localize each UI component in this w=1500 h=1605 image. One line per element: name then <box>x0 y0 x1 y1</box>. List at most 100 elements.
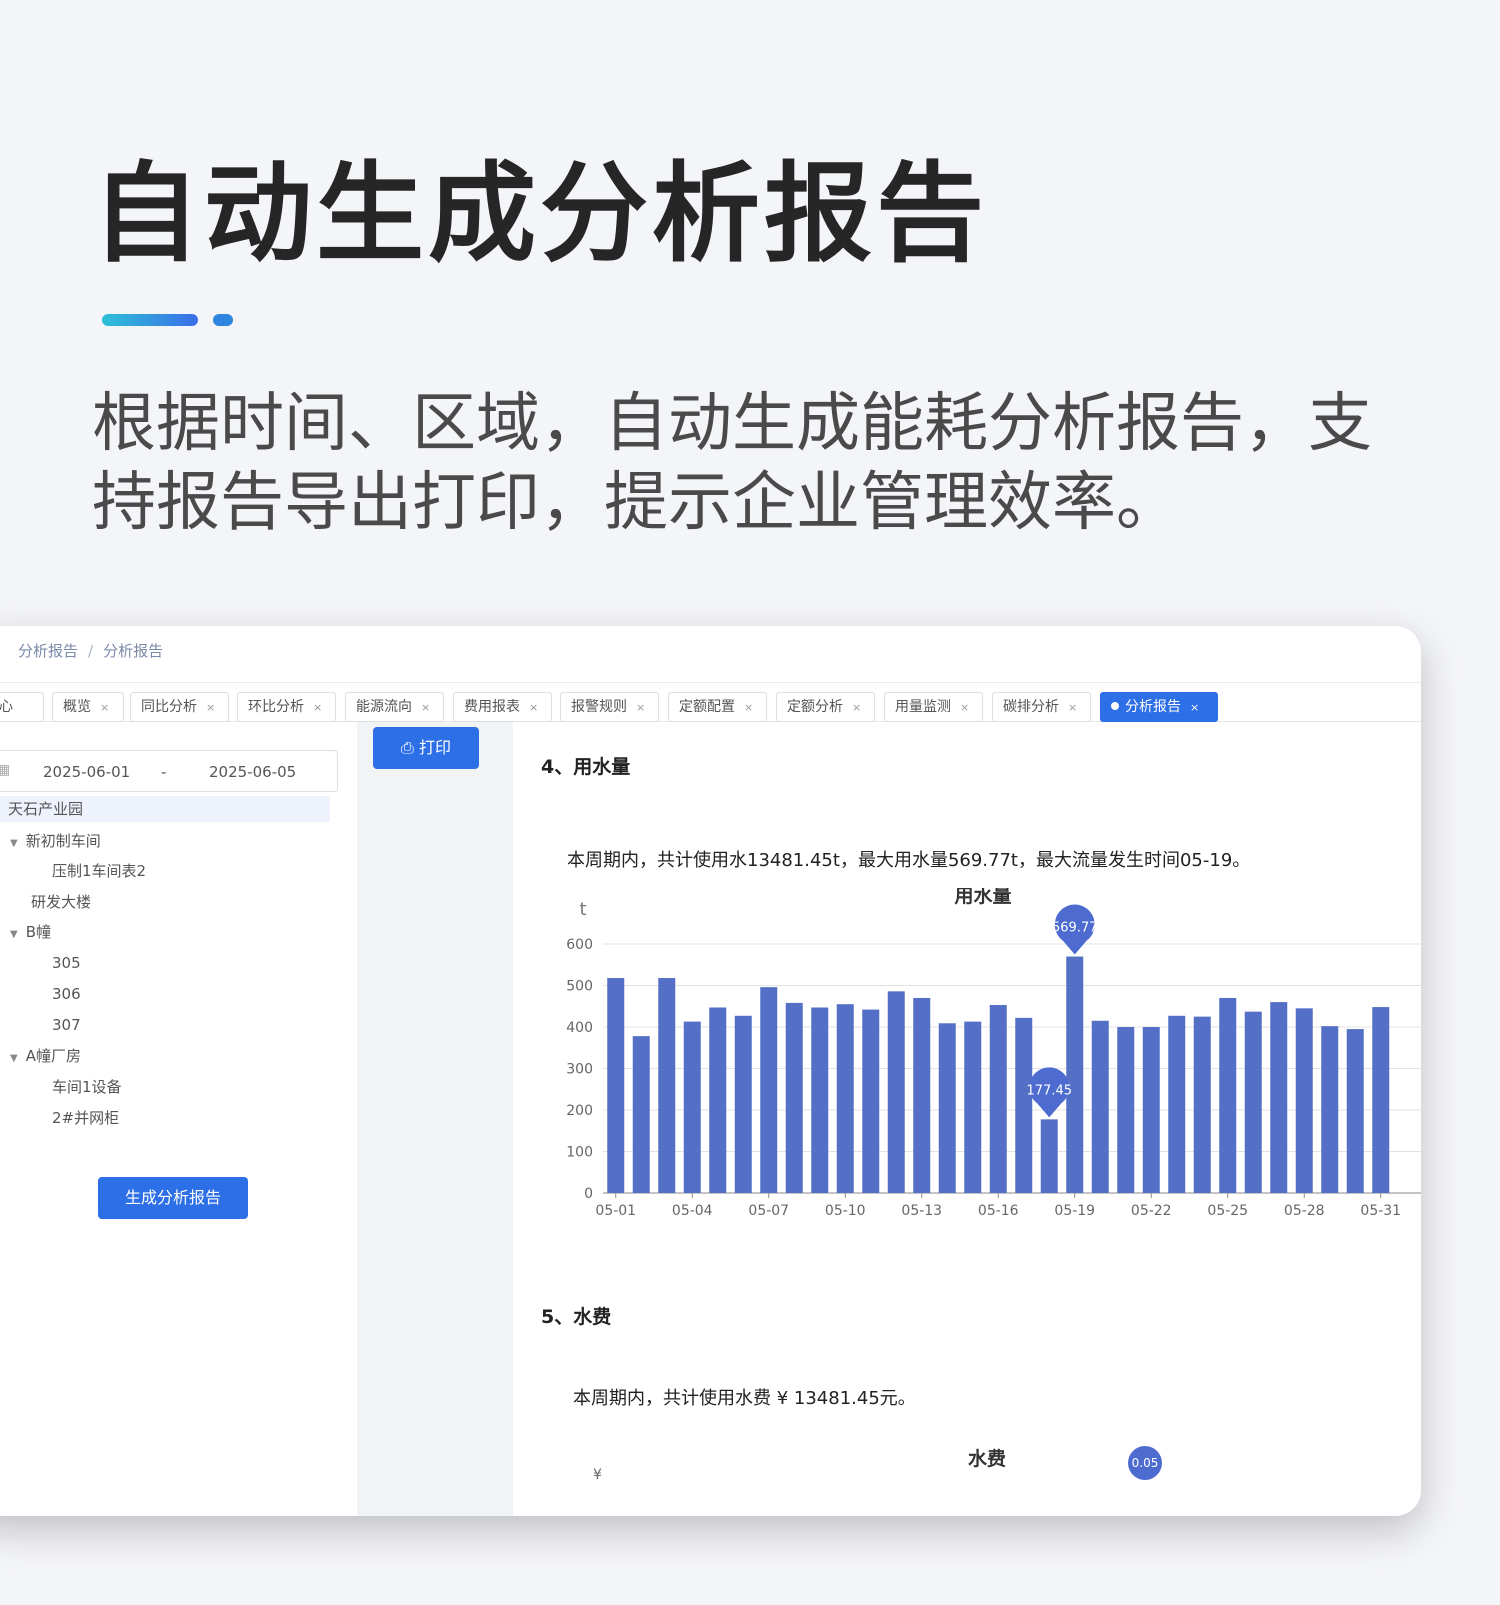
date-separator: - <box>161 763 167 781</box>
close-icon[interactable]: × <box>421 701 430 714</box>
x-tick-label: 05-19 <box>1054 1203 1095 1219</box>
close-icon[interactable]: × <box>313 701 322 714</box>
tree-node-label: B幢 <box>25 923 51 941</box>
bar <box>989 1005 1007 1193</box>
tab-overview[interactable]: 概览 × <box>52 692 124 722</box>
tree-node-label: 压制1车间表2 <box>52 862 147 880</box>
tree-node-tianshi[interactable]: 天石产业园 <box>0 796 330 822</box>
date-range-picker[interactable]: ▦ 2025-06-01 - 2025-06-05 <box>0 750 338 792</box>
x-tick-label: 05-01 <box>595 1203 636 1219</box>
caret-down-icon[interactable]: ▼ <box>10 831 18 857</box>
tab-usage-monitor[interactable]: 用量监测 × <box>884 692 983 722</box>
printer-icon: ⎙ <box>401 738 414 757</box>
bar <box>1091 1020 1109 1193</box>
tree-node-306[interactable]: 306 <box>52 981 81 1007</box>
calendar-icon: ▦ <box>0 762 11 778</box>
tab-label: 环比分析 <box>248 699 304 715</box>
tab-user-center[interactable]: 人中心 <box>0 692 44 722</box>
tree-node-building-b[interactable]: ▼ B幢 <box>10 919 51 948</box>
bar <box>658 978 676 1193</box>
start-date[interactable]: 2025-06-01 <box>43 763 130 781</box>
marker-label: 569.77 <box>1052 921 1098 936</box>
y-tick-label: 400 <box>566 1020 593 1036</box>
tab-alarm-rules[interactable]: 报警规则 × <box>560 692 659 722</box>
hero-description: 根据时间、区域，自动生成能耗分析报告，支持报告导出打印，提示企业管理效率。 <box>92 387 1372 540</box>
water-cost-axis-unit: ¥ <box>593 1467 602 1483</box>
tab-quota-config[interactable]: 定额配置 × <box>668 692 767 722</box>
y-tick-label: 0 <box>584 1186 593 1202</box>
tree-node-label: 2#并网柜 <box>52 1109 120 1127</box>
tabs-bar: 人中心 概览 × 同比分析 × 环比分析 × 能源流向 × 费用报表 × 报警规则 × 定额… <box>0 682 1421 722</box>
tab-label: 能源流向 <box>356 699 412 715</box>
tab-label: 概览 <box>63 699 91 715</box>
tab-energy-flow[interactable]: 能源流向 × <box>345 692 444 722</box>
tree-node-label: 车间1设备 <box>52 1078 122 1096</box>
generate-report-button[interactable]: 生成分析报告 <box>98 1177 248 1219</box>
tree-node-label: 新初制车间 <box>25 832 101 850</box>
tab-yoy-analysis[interactable]: 同比分析 × <box>130 692 229 722</box>
bar <box>1244 1011 1262 1193</box>
bar <box>1321 1026 1339 1193</box>
tree-node-307[interactable]: 307 <box>52 1012 81 1038</box>
bar <box>887 991 905 1193</box>
close-icon[interactable]: × <box>636 701 645 714</box>
bar <box>607 978 625 1193</box>
close-icon[interactable]: × <box>100 701 109 714</box>
bar <box>1346 1029 1364 1193</box>
y-tick-label: 100 <box>566 1145 593 1161</box>
bar <box>913 997 931 1193</box>
accent-line <box>102 314 198 326</box>
bar <box>709 1007 727 1193</box>
tree-node-label: 天石产业园 <box>8 800 84 818</box>
bar <box>1295 1008 1313 1193</box>
close-icon[interactable]: × <box>529 701 538 714</box>
breadcrumb-item[interactable]: 分析报告 <box>103 642 163 660</box>
tree-node-meter[interactable]: 压制1车间表2 <box>52 858 146 884</box>
section-5-summary: 本周期内，共计使用水费 ¥ 13481.45元。 <box>573 1388 916 1409</box>
close-icon[interactable]: × <box>1190 701 1199 714</box>
x-tick-label: 05-10 <box>825 1203 866 1219</box>
y-tick-label: 200 <box>566 1103 593 1119</box>
caret-down-icon[interactable]: ▼ <box>10 922 18 948</box>
bar <box>760 987 778 1193</box>
bar <box>1040 1119 1058 1193</box>
breadcrumb-item[interactable]: 分析报告 <box>18 642 78 660</box>
x-tick-label: 05-04 <box>672 1203 713 1219</box>
close-icon[interactable]: × <box>206 701 215 714</box>
close-icon[interactable]: × <box>744 701 753 714</box>
tab-cost-report[interactable]: 费用报表 × <box>453 692 552 722</box>
tab-label: 人中心 <box>0 699 13 715</box>
bar <box>1219 997 1237 1193</box>
tree-node-grid-cabinet[interactable]: 2#并网柜 <box>52 1105 119 1131</box>
section-4-summary: 本周期内，共计使用水13481.45t，最大用水量569.77t，最大流量发生时… <box>567 850 1251 871</box>
y-tick-label: 600 <box>566 937 593 953</box>
x-tick-label: 05-13 <box>901 1203 942 1219</box>
tab-label: 定额分析 <box>787 699 843 715</box>
tab-carbon-analysis[interactable]: 碳排分析 × <box>992 692 1091 722</box>
tree-node-workshop[interactable]: ▼ 新初制车间 <box>10 828 101 857</box>
close-icon[interactable]: × <box>1068 701 1077 714</box>
middle-panel: ⎙ 打印 <box>357 722 513 1516</box>
water-usage-chart: 用水量 t 0 100 200 300 400 500 600 05-01 05-04 05-07 05… <box>566 888 1421 1219</box>
left-panel: ▦ 2025-06-01 - 2025-06-05 天石产业园 ▼ 新初制车间 压… <box>0 732 357 1516</box>
close-icon[interactable]: × <box>960 701 969 714</box>
tab-quota-analysis[interactable]: 定额分析 × <box>776 692 875 722</box>
tab-mom-analysis[interactable]: 环比分析 × <box>237 692 336 722</box>
tab-analysis-report[interactable]: 分析报告 × <box>1100 692 1218 722</box>
breadcrumb-separator: / <box>88 642 94 660</box>
x-tick-label: 05-22 <box>1131 1203 1172 1219</box>
bar <box>632 1036 650 1193</box>
tree-node-building-a[interactable]: ▼ A幢厂房 <box>10 1043 81 1072</box>
tree-node-305[interactable]: 305 <box>52 950 81 976</box>
caret-down-icon[interactable]: ▼ <box>10 1046 18 1072</box>
close-icon[interactable]: × <box>852 701 861 714</box>
y-axis-label: t <box>579 899 586 920</box>
tree-node-label: A幢厂房 <box>25 1047 81 1065</box>
end-date[interactable]: 2025-06-05 <box>209 763 296 781</box>
tree-node-rd-building[interactable]: 研发大楼 <box>31 889 91 915</box>
tree-node-label: 研发大楼 <box>31 893 92 911</box>
marker-label: 177.45 <box>1027 1083 1073 1098</box>
report-content: 4、用水量 本周期内，共计使用水13481.45t，最大用水量569.77t，最… <box>513 722 1421 1516</box>
print-button[interactable]: ⎙ 打印 <box>373 727 479 769</box>
tree-node-equipment[interactable]: 车间1设备 <box>52 1074 122 1100</box>
